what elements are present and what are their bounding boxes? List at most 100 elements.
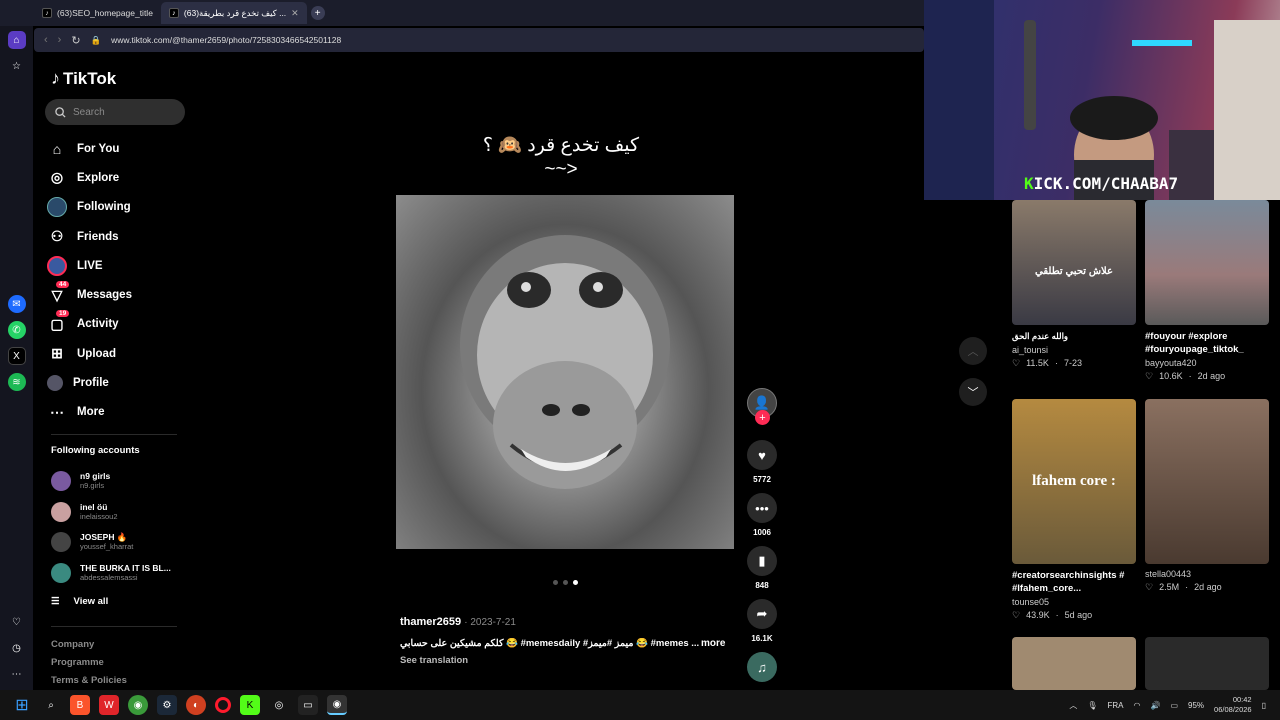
related-card[interactable]: #fouyour #explore #fouryoupage_tiktok_ b…: [1145, 200, 1269, 382]
see-translation-link[interactable]: See translation: [400, 655, 468, 666]
obs-icon[interactable]: ◎: [269, 695, 289, 715]
notification-icon[interactable]: ▯: [1262, 701, 1266, 710]
steam-icon[interactable]: ⚙: [157, 695, 177, 715]
nav-activity[interactable]: ▢ 19 Activity: [47, 310, 132, 339]
post-author[interactable]: thamer2659 · 2023-7-21: [400, 616, 516, 628]
nav-explore[interactable]: ◎ Explore: [47, 163, 132, 192]
nav-friends[interactable]: ⚇ Friends: [47, 222, 132, 251]
microphone-icon[interactable]: 🎙: [1087, 701, 1097, 710]
carousel-dots: [553, 580, 578, 585]
follow-plus-icon[interactable]: +: [755, 410, 770, 425]
footer-programme[interactable]: Programme: [51, 657, 104, 668]
chrome-active-icon[interactable]: ◉: [327, 695, 347, 715]
battery-icon[interactable]: ▭: [1170, 701, 1178, 710]
related-card[interactable]: stella00443 ♡ 2.5M · 2d ago: [1145, 399, 1269, 593]
like-button[interactable]: ♥: [747, 440, 777, 470]
following-account[interactable]: THE BURKA IT IS BL... abdessalemsassi: [51, 558, 171, 589]
language-indicator[interactable]: FRA: [1108, 701, 1124, 710]
whatsapp-icon[interactable]: ✆: [7, 321, 26, 339]
star-icon[interactable]: ☆: [8, 57, 26, 75]
x-icon[interactable]: X: [7, 347, 26, 365]
comment-count: 1006: [753, 528, 771, 537]
related-date: 2d ago: [1197, 371, 1226, 381]
related-user[interactable]: tounse05: [1012, 597, 1136, 607]
home-icon[interactable]: ⌂: [7, 31, 26, 49]
view-all-link[interactable]: ☰ View all: [51, 596, 108, 607]
app-orange-icon[interactable]: ◐: [186, 695, 206, 715]
forward-icon[interactable]: ›: [58, 34, 62, 46]
address-bar[interactable]: ‹ › ↻ 🔒 www.tiktok.com/@thamer2659/photo…: [34, 28, 924, 52]
search-icon[interactable]: ⌕: [41, 695, 61, 715]
author-avatar[interactable]: 👤 +: [747, 388, 777, 425]
related-user[interactable]: bayyouta420: [1145, 358, 1269, 368]
brave-icon[interactable]: B: [70, 695, 90, 715]
search-placeholder: Search: [73, 106, 105, 118]
opera-icon[interactable]: [215, 697, 231, 713]
nav-more[interactable]: ⋯ More: [47, 398, 132, 427]
following-account[interactable]: JOSEPH 🔥 youssef_kharrat: [51, 527, 171, 558]
kick-icon[interactable]: K: [240, 695, 260, 715]
nav-following[interactable]: Following: [47, 193, 132, 222]
nav-for-you[interactable]: ⌂ For You: [47, 134, 132, 163]
tab-seo[interactable]: ♪ (63)SEO_homepage_title: [34, 2, 161, 24]
spotify-icon[interactable]: ≋: [7, 373, 26, 391]
following-account[interactable]: inel öü inelaissou2: [51, 497, 171, 528]
nav-live[interactable]: LIVE: [47, 251, 132, 280]
carousel-dot[interactable]: [563, 580, 568, 585]
tab-active[interactable]: ♪ (63)كيف تخدع قرد بطريقة ... ✕: [160, 2, 307, 24]
reload-icon[interactable]: ↻: [71, 34, 80, 47]
related-thumbnail: علاش تحبي تطلقي: [1012, 200, 1136, 325]
more-link[interactable]: more: [701, 638, 725, 649]
chrome-icon[interactable]: ◉: [128, 695, 148, 715]
history-icon[interactable]: ◷: [8, 639, 26, 657]
wifi-icon[interactable]: ◠: [1134, 701, 1141, 710]
author-name[interactable]: thamer2659: [400, 616, 461, 628]
nav-messages[interactable]: ▽ 44 Messages: [47, 280, 132, 309]
heart-icon[interactable]: ♡: [8, 613, 26, 631]
related-card[interactable]: [1012, 637, 1136, 690]
back-icon[interactable]: ‹: [44, 34, 48, 46]
next-arrow[interactable]: ﹀: [959, 378, 987, 406]
share-icon: ➦: [756, 606, 768, 621]
app-red-icon[interactable]: W: [99, 695, 119, 715]
tiktok-logo[interactable]: ♪ TikTok: [51, 68, 116, 89]
following-account[interactable]: n9 girls n9.girls: [51, 466, 171, 497]
related-card[interactable]: lfahem core : #creatorsearchinsights # #…: [1012, 399, 1136, 621]
nav-profile[interactable]: Profile: [47, 368, 132, 397]
close-icon[interactable]: ✕: [291, 8, 299, 19]
nav-label: Messages: [77, 289, 132, 302]
footer-terms[interactable]: Terms & Policies: [51, 675, 127, 686]
related-user[interactable]: ai_tounsi: [1012, 345, 1136, 355]
windows-start-icon[interactable]: ⊞: [12, 695, 32, 715]
more-icon[interactable]: ⋯: [8, 665, 26, 683]
clock[interactable]: 00:42 06/08/2026: [1214, 695, 1252, 715]
footer-company[interactable]: Company: [51, 639, 94, 650]
save-button[interactable]: ▮: [747, 546, 777, 576]
search-input[interactable]: Search: [45, 99, 185, 125]
previous-arrow[interactable]: ︿: [959, 337, 987, 365]
chevron-up-icon[interactable]: ︿: [1069, 700, 1077, 711]
related-date: 2d ago: [1194, 582, 1222, 592]
sound-disc[interactable]: ♫: [747, 652, 777, 682]
activity-badge: 19: [56, 310, 70, 318]
related-user[interactable]: stella00443: [1145, 569, 1269, 579]
carousel-dot[interactable]: [553, 580, 558, 585]
nav-upload[interactable]: ⊞ Upload: [47, 339, 132, 368]
live-icon: [47, 255, 67, 276]
related-card[interactable]: [1145, 637, 1269, 690]
url-text[interactable]: www.tiktok.com/@thamer2659/photo/7258303…: [111, 35, 341, 45]
carousel-dot-active[interactable]: [573, 580, 578, 585]
avatar: [51, 532, 71, 553]
profile-icon: [47, 375, 63, 392]
share-button[interactable]: ➦: [747, 599, 777, 629]
tab-label: (63)SEO_homepage_title: [57, 8, 153, 18]
related-card[interactable]: علاش تحبي تطلقي والله عندم الحق ai_touns…: [1012, 200, 1136, 369]
divider: [51, 626, 177, 627]
messenger-icon[interactable]: ✉: [7, 295, 26, 313]
comment-button[interactable]: •••: [747, 493, 777, 523]
post-photo[interactable]: [396, 195, 734, 549]
terminal-icon[interactable]: ▭: [298, 695, 318, 715]
volume-icon[interactable]: 🔊: [1151, 701, 1161, 710]
system-tray: ︿ 🎙 FRA ◠ 🔊 ▭ 95% 00:42 06/08/2026 ▯: [1069, 690, 1266, 720]
new-tab-button[interactable]: +: [310, 6, 325, 20]
